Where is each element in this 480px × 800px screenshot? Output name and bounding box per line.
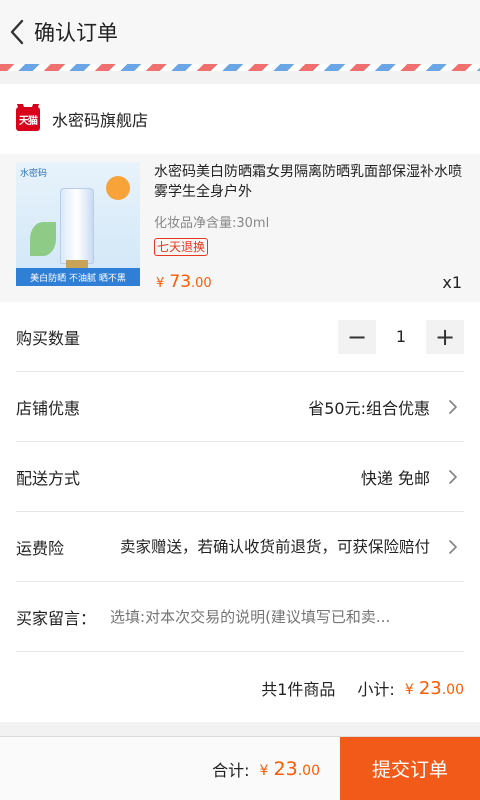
return-policy-badge: 七天退换 <box>154 238 209 256</box>
store-discount-label: 店铺优惠 <box>16 398 81 418</box>
quantity-stepper[interactable]: − 1 + <box>338 319 464 354</box>
quantity-plus-button[interactable]: + <box>426 319 464 354</box>
sunscreen-tube-illustration <box>60 188 94 264</box>
delivery-method-value: 快递 免邮 <box>360 468 430 488</box>
delivery-method-row[interactable]: 配送方式 快递 免邮 <box>16 442 464 512</box>
subtotal-label: 小计: <box>357 680 395 699</box>
subtotal-row: 共1件商品 小计: ¥ 23.00 <box>16 654 464 722</box>
sun-badge-icon <box>106 176 130 200</box>
quantity-row: 购买数量 − 1 + <box>16 302 464 372</box>
quantity-label: 购买数量 <box>16 328 81 348</box>
delivery-method-label: 配送方式 <box>16 468 81 488</box>
leaf-decoration-icon <box>30 222 56 256</box>
price-integer: 73 <box>169 272 192 292</box>
store-discount-value: 省50元:组合优惠 <box>308 398 430 418</box>
price-currency: ¥ <box>156 276 165 291</box>
image-banner-text: 美白防晒 不油腻 晒不黑 <box>30 273 126 284</box>
total-label: 合计: <box>212 760 250 780</box>
chevron-right-icon <box>442 536 464 558</box>
shop-name: 水密码旗舰店 <box>52 111 149 130</box>
item-count: 共1件商品 <box>261 680 336 699</box>
product-title: 水密码美白防晒霜女男隔离防晒乳面部保湿补水喷雾学生全身户外 <box>154 164 462 200</box>
total-integer: 23 <box>273 757 298 780</box>
subtotal-decimal: .00 <box>441 681 464 698</box>
shipping-insurance-row[interactable]: 运费险 卖家赠送，若确认收货前退货，可获保险赔付 <box>16 512 464 582</box>
product-price: ¥ 73.00 <box>156 272 212 292</box>
image-banner: 美白防晒 不油腻 晒不黑 <box>16 268 140 286</box>
subtotal-integer: 23 <box>418 677 442 699</box>
price-decimal: .00 <box>191 276 212 291</box>
tmall-logo-icon: 天猫 <box>16 107 40 131</box>
buyer-note-label: 买家留言： <box>16 608 97 628</box>
store-discount-row[interactable]: 店铺优惠 省50元:组合优惠 <box>16 372 464 442</box>
product-spec: 化妆品净含量:30ml <box>154 216 270 231</box>
total-summary: 合计: ¥ 23.00 <box>212 757 320 781</box>
back-chevron-icon[interactable] <box>2 0 32 64</box>
buyer-note-row: 买家留言： <box>16 582 464 652</box>
chevron-right-icon <box>442 396 464 418</box>
total-price: ¥ 23.00 <box>260 758 320 780</box>
shop-card: 天猫 水密码旗舰店 水密码 美白防晒 不油腻 晒不黑 水密码美白防晒霜女男隔离防… <box>0 84 480 302</box>
subtotal-price: ¥ 23.00 <box>405 678 464 699</box>
product-item[interactable]: 水密码 美白防晒 不油腻 晒不黑 水密码美白防晒霜女男隔离防晒乳面部保湿补水喷雾… <box>0 154 480 302</box>
order-options: 购买数量 − 1 + 店铺优惠 省50元:组合优惠 配送方式 快递 免邮 运费险… <box>0 302 480 722</box>
product-quantity: x1 <box>442 273 462 292</box>
quantity-minus-button[interactable]: − <box>338 319 376 354</box>
shop-header[interactable]: 天猫 水密码旗舰店 <box>0 84 480 154</box>
page-title: 确认订单 <box>34 21 118 45</box>
image-brand-text: 水密码 <box>20 169 48 179</box>
airmail-stripe-divider <box>0 64 480 71</box>
shipping-insurance-value: 卖家赠送，若确认收货前退货，可获保险赔付 <box>119 537 430 556</box>
subtotal-currency: ¥ <box>404 681 414 698</box>
shipping-insurance-label: 运费险 <box>16 538 65 558</box>
buyer-note-input[interactable] <box>110 607 464 626</box>
chevron-right-icon <box>442 466 464 488</box>
total-currency: ¥ <box>259 762 269 779</box>
submit-order-button[interactable]: 提交订单 <box>340 736 480 800</box>
product-image: 水密码 美白防晒 不油腻 晒不黑 <box>16 162 140 286</box>
checkout-bar: 合计: ¥ 23.00 提交订单 <box>0 736 480 800</box>
total-decimal: .00 <box>297 762 320 779</box>
top-bar: 确认订单 <box>0 0 480 64</box>
quantity-value[interactable]: 1 <box>376 319 426 354</box>
